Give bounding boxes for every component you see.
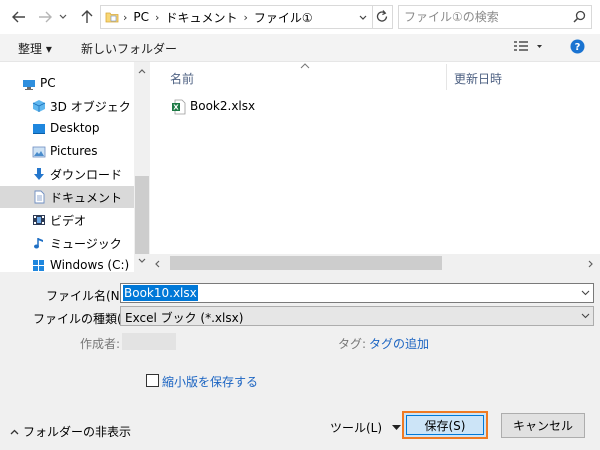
add-tag-link[interactable]: タグの追加: [369, 335, 429, 352]
author-label: 作成者:: [80, 337, 121, 351]
file-list-horizontal-scrollbar[interactable]: [150, 254, 600, 272]
cancel-label: キャンセル: [512, 419, 573, 433]
svg-text:X: X: [173, 104, 179, 112]
filetype-value: Excel ブック (*.xlsx): [125, 311, 244, 325]
chevron-up-icon: [10, 429, 19, 434]
tools-menu-button[interactable]: ツール(L): [330, 419, 402, 436]
help-icon: ?: [570, 39, 585, 54]
file-list-scroll-thumb[interactable]: [170, 256, 442, 270]
navigation-pane: PC 3D オブジェクト Desktop Pictures ダウンロード ドキュ…: [0, 62, 150, 272]
file-row[interactable]: X Book2.xlsx: [168, 96, 288, 118]
file-list: [150, 62, 600, 272]
scroll-right-icon: [588, 260, 593, 268]
documents-icon: [34, 190, 45, 204]
video-icon: [33, 215, 45, 225]
scroll-down-icon: [138, 258, 146, 263]
thumbnail-label[interactable]: 縮小版を保存する: [162, 373, 258, 390]
column-header-name[interactable]: 名前: [170, 70, 194, 87]
nav-item-pictures[interactable]: Pictures: [0, 141, 134, 163]
breadcrumb-file-folder[interactable]: ファイル①: [254, 9, 313, 26]
hide-folders-button[interactable]: フォルダーの非表示: [10, 423, 131, 440]
search-icon: [573, 10, 586, 23]
file-name: Book2.xlsx: [190, 99, 256, 113]
pc-icon: [23, 80, 35, 90]
nav-item-downloads[interactable]: ダウンロード: [0, 163, 134, 185]
sort-ascending-icon: [300, 63, 310, 69]
scroll-left-icon: [155, 260, 160, 268]
nav-item-documents[interactable]: ドキュメント: [0, 186, 134, 208]
save-label: 保存(S): [424, 418, 466, 433]
chevron-down-icon: [581, 290, 590, 296]
help-button[interactable]: ?: [570, 39, 585, 54]
3d-objects-icon: [32, 100, 46, 112]
forward-button[interactable]: [34, 6, 56, 28]
cancel-button[interactable]: キャンセル: [501, 413, 585, 438]
arrow-up-icon: [81, 10, 93, 23]
chevron-down-icon: [581, 313, 590, 319]
hide-folders-label: フォルダーの非表示: [23, 425, 132, 439]
up-button[interactable]: [76, 6, 98, 28]
address-bar[interactable]: › PC › ドキュメント › ファイル①: [100, 5, 393, 29]
details-view-icon: [514, 41, 542, 51]
nav-item-music[interactable]: ミュージック: [0, 232, 134, 254]
nav-item-videos[interactable]: ビデオ: [0, 209, 134, 231]
filetype-select[interactable]: Excel ブック (*.xlsx): [120, 306, 594, 326]
recent-locations-button[interactable]: [56, 6, 70, 28]
view-options-button[interactable]: [514, 41, 544, 53]
breadcrumb-pc[interactable]: PC: [133, 10, 149, 24]
scroll-up-icon: [138, 69, 146, 74]
download-icon: [34, 168, 44, 180]
column-header-date[interactable]: 更新日時: [454, 70, 502, 87]
filename-label: ファイル名(N):: [46, 289, 129, 303]
nav-item-desktop[interactable]: Desktop: [0, 118, 134, 140]
refresh-icon: [376, 10, 388, 22]
tools-label: ツール(L): [330, 421, 383, 435]
command-bar: 整理 ▾ 新しいフォルダー ?: [0, 34, 600, 62]
caret-down-icon: [392, 425, 402, 430]
arrow-left-icon: [12, 11, 25, 23]
new-folder-button[interactable]: 新しいフォルダー: [81, 40, 177, 57]
chevron-down-icon: [359, 15, 367, 20]
nav-item-windows-drive[interactable]: Windows (C:): [0, 255, 134, 272]
refresh-button[interactable]: [375, 9, 389, 24]
thumbnail-checkbox[interactable]: [146, 374, 159, 387]
nav-item-pc[interactable]: PC: [0, 73, 134, 95]
navigation-scroll-thumb[interactable]: [135, 176, 149, 254]
music-icon: [34, 238, 43, 249]
desktop-icon: [33, 124, 45, 134]
breadcrumb: › PC › ドキュメント › ファイル①: [123, 9, 313, 26]
chevron-down-icon: [59, 14, 67, 19]
navigation-scrollbar[interactable]: [134, 62, 150, 272]
svg-text:?: ?: [575, 42, 581, 53]
search-box[interactable]: [398, 5, 592, 29]
tags-label: タグ:: [338, 337, 367, 351]
column-divider[interactable]: [446, 64, 447, 90]
organize-button[interactable]: 整理 ▾: [18, 40, 52, 57]
author-field[interactable]: [122, 333, 176, 350]
filename-input[interactable]: Book10.xlsx: [123, 285, 198, 301]
pictures-icon: [32, 146, 46, 158]
arrow-right-icon: [39, 11, 52, 23]
excel-file-icon: X: [172, 99, 186, 115]
folder-icon: [105, 12, 119, 23]
search-input[interactable]: [404, 9, 564, 25]
nav-item-3d-objects[interactable]: 3D オブジェクト: [0, 95, 143, 117]
filename-field[interactable]: Book10.xlsx: [120, 283, 594, 303]
save-button[interactable]: 保存(S): [402, 411, 488, 439]
back-button[interactable]: [8, 6, 30, 28]
breadcrumb-documents[interactable]: ドキュメント: [165, 9, 237, 26]
drive-icon: [33, 260, 44, 271]
address-dropdown-button[interactable]: [358, 10, 368, 24]
